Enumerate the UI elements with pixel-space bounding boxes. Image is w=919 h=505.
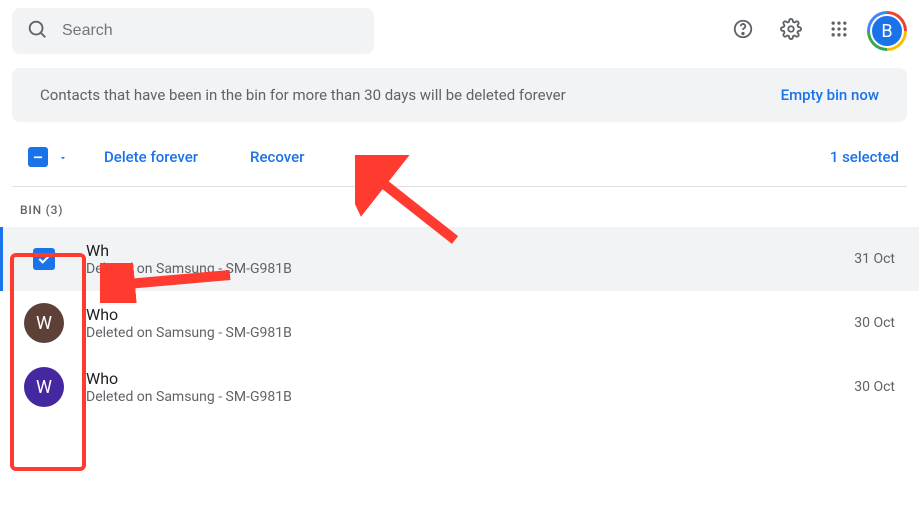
row-content: Wh Deleted on Samsung - SM-G981B: [86, 241, 832, 278]
contact-subtitle: Deleted on Samsung - SM-G981B: [86, 389, 832, 405]
contact-date: 30 Oct: [854, 379, 895, 395]
account-avatar[interactable]: B: [867, 11, 907, 51]
recover-button[interactable]: Recover: [240, 142, 314, 172]
row-content: Who Deleted on Samsung - SM-G981B: [86, 369, 832, 406]
select-dropdown-caret[interactable]: [58, 148, 68, 167]
help-button[interactable]: [723, 11, 763, 51]
banner-message: Contacts that have been in the bin for m…: [40, 86, 566, 104]
contact-name: Who: [86, 369, 832, 390]
contact-row[interactable]: Wh Deleted on Samsung - SM-G981B 31 Oct: [0, 227, 919, 291]
gear-icon: [780, 18, 802, 44]
contact-row[interactable]: W Who Deleted on Samsung - SM-G981B 30 O…: [0, 291, 919, 355]
empty-bin-link[interactable]: Empty bin now: [781, 86, 879, 104]
top-bar: B: [0, 0, 919, 62]
apps-button[interactable]: [819, 11, 859, 51]
contact-date: 30 Oct: [854, 315, 895, 331]
contact-name: Wh: [86, 241, 832, 262]
search-input[interactable]: [62, 22, 360, 40]
row-content: Who Deleted on Samsung - SM-G981B: [86, 305, 832, 342]
apps-icon: [829, 19, 849, 43]
avatar-initial: B: [870, 14, 904, 48]
contact-avatar[interactable]: W: [24, 303, 64, 343]
search-box[interactable]: [12, 8, 374, 54]
delete-forever-button[interactable]: Delete forever: [94, 142, 208, 172]
select-all-checkbox[interactable]: [28, 147, 48, 167]
contact-subtitle: Deleted on Samsung - SM-G981B: [86, 261, 832, 277]
info-banner: Contacts that have been in the bin for m…: [12, 68, 907, 122]
contact-date: 31 Oct: [854, 251, 895, 267]
contact-row[interactable]: W Who Deleted on Samsung - SM-G981B 30 O…: [0, 355, 919, 419]
help-icon: [732, 18, 754, 44]
section-header: BIN (3): [0, 187, 919, 227]
contact-avatar[interactable]: W: [24, 367, 64, 407]
selection-toolbar: Delete forever Recover 1 selected: [0, 128, 919, 186]
search-icon: [26, 18, 48, 44]
row-checkbox[interactable]: [33, 248, 55, 270]
contact-name: Who: [86, 305, 832, 326]
selection-count: 1 selected: [830, 148, 899, 166]
contact-subtitle: Deleted on Samsung - SM-G981B: [86, 325, 832, 341]
settings-button[interactable]: [771, 11, 811, 51]
